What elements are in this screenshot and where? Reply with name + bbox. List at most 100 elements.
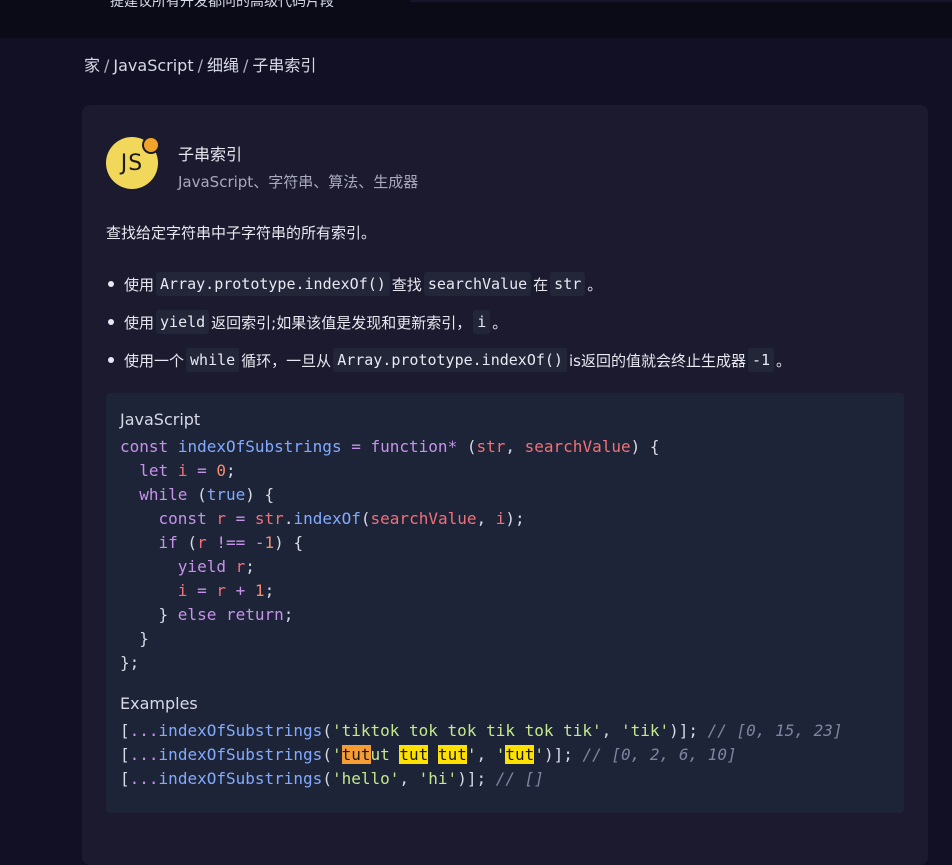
inline-code: Array.prototype.indexOf() <box>156 272 390 296</box>
snippet-tags: JavaScript、字符串、算法、生成器 <box>178 173 419 191</box>
bullet-text: 使用 <box>124 313 155 332</box>
code-token: str <box>254 509 284 528</box>
code-token: indexOf <box>293 509 361 528</box>
example-token: indexOfSubstrings <box>158 745 323 764</box>
bullet-text: 使用一个 <box>124 351 185 370</box>
examples-label: Examples <box>120 694 198 713</box>
snippet-card: JS 子串索引 JavaScript、字符串、算法、生成器 查找给定字符串中子字… <box>82 105 928 865</box>
bullet-dot-icon <box>108 319 114 325</box>
code-token: i <box>177 461 188 480</box>
code-token: yield <box>177 557 226 576</box>
code-token: !== <box>216 533 246 552</box>
breadcrumb-home-link[interactable]: 家 <box>84 56 100 75</box>
bullet-list: 使用 Array.prototype.indexOf() 查找 searchVa… <box>106 265 906 379</box>
code-token: 1 <box>254 581 265 600</box>
code-token: , <box>505 437 525 456</box>
code-line: const indexOfSubstrings = function* (str… <box>120 435 660 459</box>
bullet-text: 使用 <box>124 275 155 294</box>
example-token: )]; <box>669 721 708 740</box>
example-token: ( <box>322 745 332 764</box>
inline-code: str <box>550 272 586 296</box>
code-line: } else return; <box>120 603 660 627</box>
code-token: r <box>235 557 246 576</box>
bullet-text: 循环，一旦从 <box>241 351 332 370</box>
bullet-item: 使用一个 while 循环，一旦从 Array.prototype.indexO… <box>106 341 906 379</box>
code-token: ( <box>177 533 198 552</box>
bullet-text: 查找 <box>391 275 422 294</box>
breadcrumb-separator: / <box>197 56 203 75</box>
example-token: ... <box>129 769 159 788</box>
breadcrumb-javascript-link[interactable]: JavaScript <box>113 56 193 75</box>
example-token: // [] <box>495 769 544 788</box>
example-token: , <box>601 721 621 740</box>
code-token: ; <box>264 581 275 600</box>
example-token: tut <box>437 745 467 764</box>
bullet-text: 在 <box>533 275 549 294</box>
code-lines[interactable]: const indexOfSubstrings = function* (str… <box>120 435 660 675</box>
code-token: else <box>177 605 217 624</box>
bullet-item: 使用 Array.prototype.indexOf() 查找 searchVa… <box>106 265 906 303</box>
code-token: . <box>283 509 294 528</box>
code-token: r <box>197 533 207 552</box>
example-token: tut <box>341 745 371 764</box>
example-token: tut <box>505 745 535 764</box>
example-lines[interactable]: [...indexOfSubstrings('tiktok tok tok ti… <box>120 719 843 791</box>
topbar-divider <box>410 0 952 2</box>
code-token: true <box>206 485 246 504</box>
example-token <box>428 745 438 764</box>
code-token: }; <box>120 653 140 672</box>
inline-code: i <box>473 310 491 334</box>
example-token: ' <box>331 745 342 764</box>
snippet-description: 查找给定字符串中子字符串的所有索引。 <box>106 224 377 242</box>
example-token: // [0, 2, 6, 10] <box>582 745 737 764</box>
code-token: while <box>139 485 188 504</box>
example-token: 'tik' <box>620 721 670 740</box>
example-token: ( <box>322 769 332 788</box>
example-token: , <box>476 745 496 764</box>
code-token: ( <box>360 509 371 528</box>
example-token: indexOfSubstrings <box>158 721 323 740</box>
breadcrumb-string-link[interactable]: 细绳 <box>207 56 239 75</box>
code-token: ( <box>187 485 207 504</box>
bullet-text: is返回的值就会终止生成器 <box>568 351 746 370</box>
breadcrumb-separator: / <box>104 56 110 75</box>
snippet-title: 子串索引 <box>178 145 243 164</box>
code-token: ); <box>505 509 525 528</box>
example-token: ut <box>370 745 400 764</box>
example-line: [...indexOfSubstrings('tiktok tok tok ti… <box>120 719 843 743</box>
code-token: = <box>351 437 361 456</box>
code-block[interactable]: JavaScript const indexOfSubstrings = fun… <box>106 393 904 813</box>
example-line: [...indexOfSubstrings('tutut tut tut', '… <box>120 743 843 767</box>
bullet-text: 返回索引;如果该值是发现和更新索引， <box>211 313 472 332</box>
code-token: i <box>495 509 506 528</box>
example-token: [ <box>120 745 130 764</box>
example-token: ... <box>129 721 159 740</box>
code-token: return <box>225 605 284 624</box>
code-token: ; <box>245 557 255 576</box>
example-token: ... <box>129 745 159 764</box>
code-line: while (true) { <box>120 483 660 507</box>
example-token: 'tiktok tok tok tik tok tik' <box>331 721 602 740</box>
code-token: } <box>120 629 149 648</box>
code-token: searchValue <box>524 437 631 456</box>
code-token: = <box>235 509 246 528</box>
code-token: - <box>254 533 265 552</box>
avatar-label: JS <box>120 150 144 176</box>
code-token: str <box>476 437 506 456</box>
code-token: 0 <box>216 461 227 480</box>
code-token: ) { <box>630 437 660 456</box>
code-token: ; <box>283 605 294 624</box>
code-token: i <box>177 581 188 600</box>
